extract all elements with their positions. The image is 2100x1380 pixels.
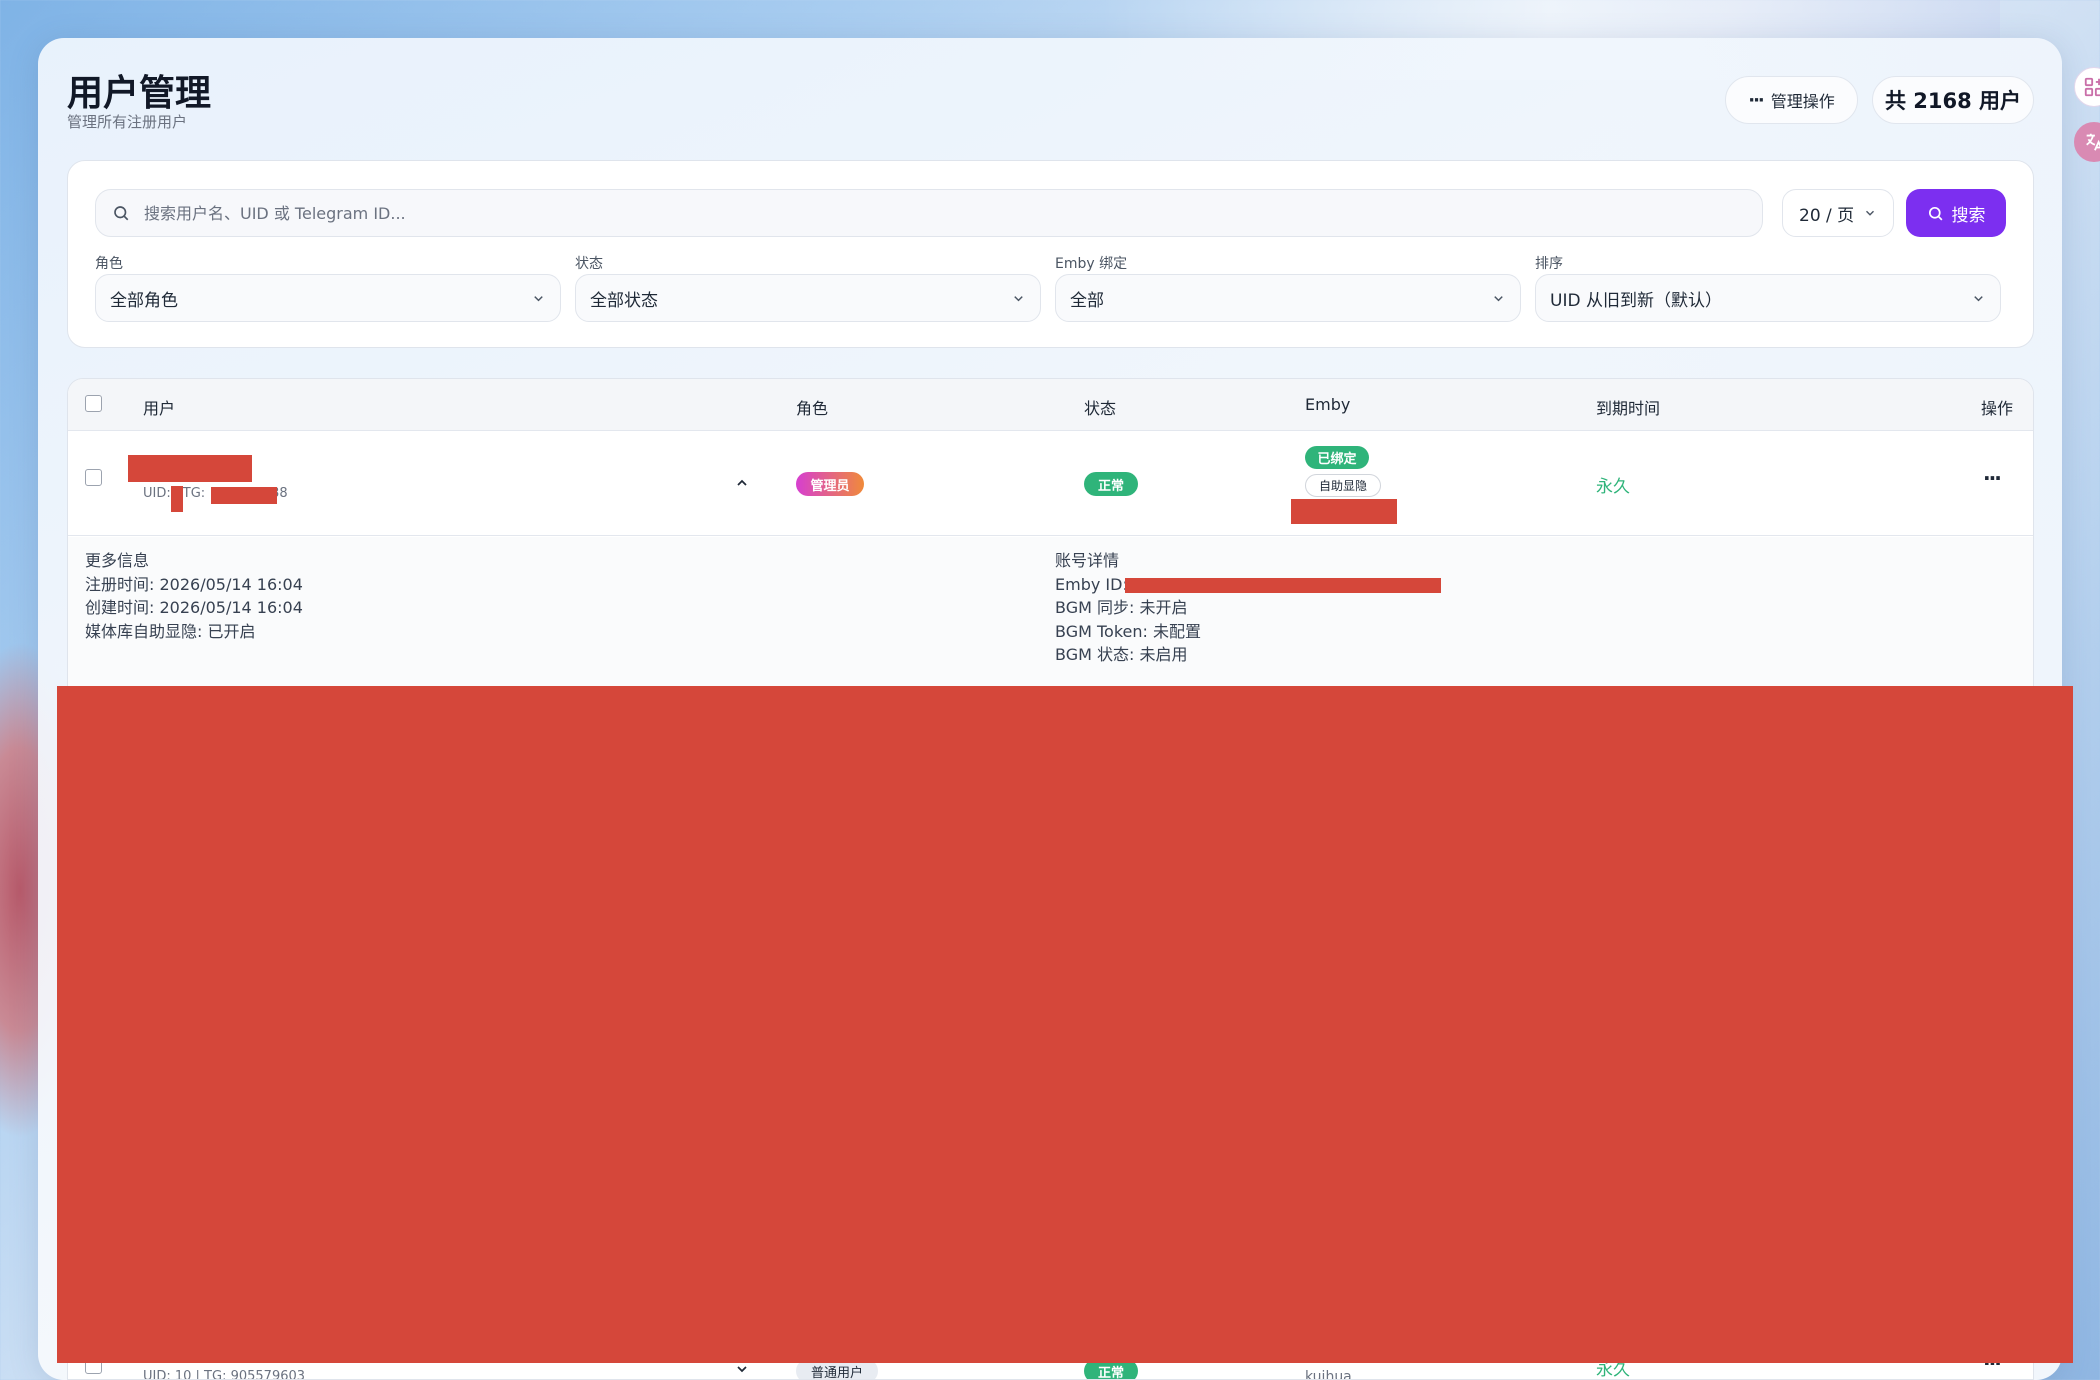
filter-card: 20 / 页 搜索 角色 全部角色 状态 全部状态 Emby 绑定 全部 排序 … <box>67 160 2034 348</box>
column-header-user: 用户 <box>143 399 176 418</box>
sort-select[interactable]: UID 从旧到新（默认） <box>1535 274 2001 322</box>
bgm-sync: BGM 同步: 未开启 <box>1055 598 1188 617</box>
search-icon <box>114 206 129 221</box>
table-header: 用户 角色 状态 Emby 到期时间 操作 <box>68 379 2033 431</box>
expiry-value: 永久 <box>1596 477 1630 497</box>
emby-filter-label: Emby 绑定 <box>1055 256 1128 272</box>
row-actions-menu-icon[interactable]: ··· <box>1983 466 2002 490</box>
manage-actions-button[interactable]: ··· 管理操作 <box>1725 76 1858 124</box>
column-header-actions: 操作 <box>1981 399 2014 418</box>
user-count-label: 共 2168 用户 <box>1884 89 2022 113</box>
emby-filter-value: 全部 <box>1070 290 1104 311</box>
redacted-region <box>57 686 2073 1363</box>
tg-label: TG: <box>182 486 206 501</box>
column-header-expiry: 到期时间 <box>1596 399 1661 418</box>
account-detail-title: 账号详情 <box>1055 551 1120 570</box>
emby-hide-badge: 自助显隐 <box>1305 474 1381 497</box>
role-filter-label: 角色 <box>95 256 123 272</box>
page-size-select[interactable]: 20 / 页 <box>1782 189 1894 237</box>
register-time: 注册时间: 2026/05/14 16:04 <box>85 574 303 594</box>
redacted-username <box>128 455 252 482</box>
sort-value: UID 从旧到新（默认） <box>1550 290 1722 311</box>
chevron-down-icon <box>1494 295 1503 301</box>
select-all-checkbox[interactable] <box>85 395 102 412</box>
table-row[interactable]: UID: TG: 38 管理员 正常 已绑定 自助显隐 永久 ··· <box>68 432 2033 536</box>
search-button-label: 搜索 <box>1951 205 1986 226</box>
translate-icon[interactable] <box>2074 122 2100 162</box>
redacted-emby-name <box>1291 499 1397 524</box>
column-header-emby: Emby <box>1305 395 1351 414</box>
role-badge: 管理员 <box>796 472 864 496</box>
search-box <box>95 189 1763 237</box>
redacted-tg-id <box>211 487 277 504</box>
chevron-down-icon <box>1866 210 1874 216</box>
more-horizontal-icon: ··· <box>1748 89 1764 111</box>
chevron-up-icon[interactable] <box>734 475 750 491</box>
page-size-value: 20 / 页 <box>1799 205 1855 226</box>
chevron-down-icon <box>1014 295 1023 301</box>
status-badge: 正常 <box>1084 472 1138 496</box>
search-icon <box>1928 206 1942 220</box>
media-hide-status: 媒体库自助显隐: 已开启 <box>85 621 256 641</box>
page-subtitle: 管理所有注册用户 <box>67 113 188 131</box>
role-filter-value: 全部角色 <box>110 290 178 311</box>
more-info-title: 更多信息 <box>85 551 150 570</box>
status-filter-select[interactable]: 全部状态 <box>575 274 1041 322</box>
uid-label: UID: <box>143 486 171 501</box>
page-title: 用户管理 <box>67 73 212 114</box>
sort-filter-label: 排序 <box>1535 256 1563 272</box>
chevron-down-icon <box>1974 295 1983 301</box>
column-header-status: 状态 <box>1084 399 1117 418</box>
widgets-icon[interactable] <box>2074 67 2100 107</box>
row-checkbox[interactable] <box>85 469 102 486</box>
status-filter-value: 全部状态 <box>590 290 658 311</box>
user-ids: UID: 10 | TG: 905579603 <box>143 1369 306 1380</box>
user-count-badge: 共 2168 用户 <box>1872 76 2034 124</box>
search-input[interactable] <box>144 203 1762 223</box>
search-button[interactable]: 搜索 <box>1906 189 2006 237</box>
row-detail-panel: 更多信息 注册时间: 2026/05/14 16:04 创建时间: 2026/0… <box>68 537 2033 707</box>
emby-username: kuihua <box>1305 1369 1352 1380</box>
bgm-token: BGM Token: 未配置 <box>1055 621 1201 641</box>
status-filter-label: 状态 <box>575 256 603 272</box>
emby-filter-select[interactable]: 全部 <box>1055 274 1521 322</box>
create-time: 创建时间: 2026/05/14 16:04 <box>85 598 303 617</box>
account-detail-section: 账号详情 Emby ID: BGM 同步: 未开启 BGM Token: 未配置… <box>1055 549 1201 667</box>
redacted-emby-id <box>1125 578 1441 593</box>
more-info-section: 更多信息 注册时间: 2026/05/14 16:04 创建时间: 2026/0… <box>85 549 303 643</box>
chevron-down-icon[interactable] <box>734 1361 750 1377</box>
manage-actions-label: 管理操作 <box>1770 92 1835 111</box>
redacted-uid <box>171 486 183 512</box>
emby-bound-badge: 已绑定 <box>1305 446 1369 469</box>
bgm-status: BGM 状态: 未启用 <box>1055 645 1188 664</box>
column-header-role: 角色 <box>796 399 829 418</box>
role-filter-select[interactable]: 全部角色 <box>95 274 561 322</box>
chevron-down-icon <box>534 295 543 301</box>
